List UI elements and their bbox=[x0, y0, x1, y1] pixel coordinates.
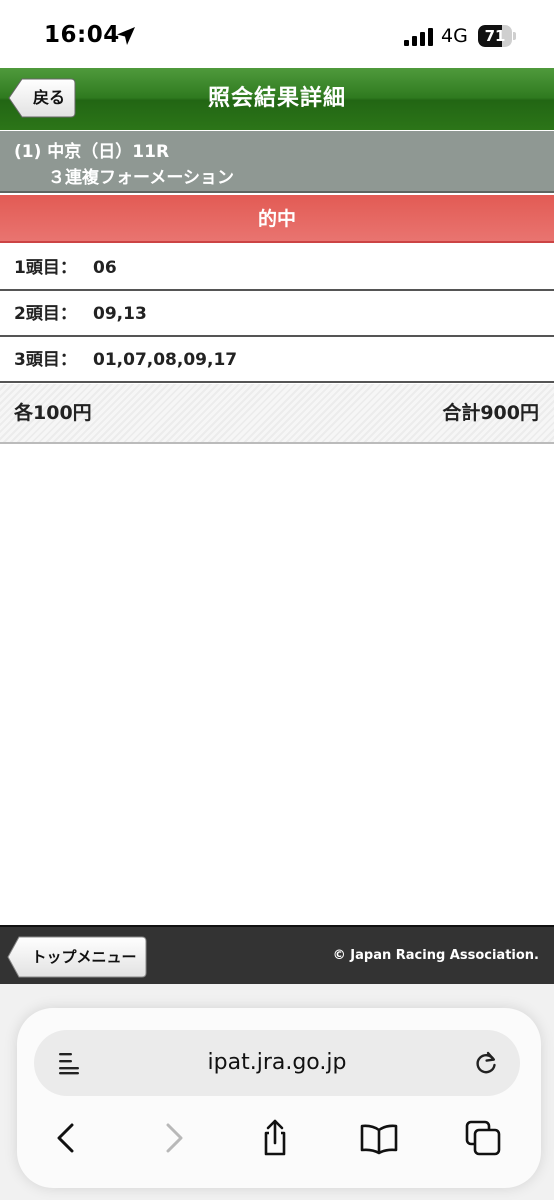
app-header: 照会結果詳細 戻る bbox=[0, 68, 554, 130]
back-button-label: 戻る bbox=[32, 88, 65, 107]
status-time: 16:04 bbox=[44, 22, 120, 48]
selection-row-1: 1頭目： 06 bbox=[0, 245, 554, 291]
race-venue: (1) 中京（日）11R bbox=[14, 142, 170, 162]
selection-label: 1頭目： bbox=[14, 258, 77, 278]
share-icon[interactable] bbox=[255, 1118, 295, 1158]
browser-forward-icon[interactable] bbox=[154, 1118, 194, 1158]
app-footer: トップメニュー © Japan Racing Association. bbox=[0, 925, 554, 984]
back-button[interactable]: 戻る bbox=[8, 78, 76, 118]
top-menu-button[interactable]: トップメニュー bbox=[7, 936, 147, 978]
top-menu-label: トップメニュー bbox=[31, 948, 137, 966]
selection-value: 06 bbox=[93, 258, 117, 278]
bet-type: ３連複フォーメーション bbox=[48, 168, 234, 188]
selection-value: 09,13 bbox=[93, 304, 147, 324]
selection-value: 01,07,08,09,17 bbox=[93, 350, 238, 370]
reload-icon[interactable] bbox=[472, 1049, 500, 1077]
result-status: 的中 bbox=[257, 208, 296, 230]
selection-label: 3頭目： bbox=[14, 350, 77, 370]
total-price: 合計900円 bbox=[442, 402, 539, 424]
location-arrow-icon bbox=[117, 27, 135, 45]
address-bar[interactable]: ipat.jra.go.jp bbox=[34, 1030, 520, 1096]
battery-icon: 71 bbox=[478, 25, 516, 47]
unit-price: 各100円 bbox=[14, 402, 92, 424]
selection-label: 2頭目： bbox=[14, 304, 77, 324]
copyright: © Japan Racing Association. bbox=[332, 948, 539, 963]
result-banner: 的中 bbox=[0, 195, 554, 243]
network-type: 4G bbox=[441, 25, 468, 47]
status-bar: 16:04 4G 71 bbox=[0, 0, 554, 68]
race-info: (1) 中京（日）11R ３連複フォーメーション bbox=[0, 131, 554, 193]
url-text[interactable]: ipat.jra.go.jp bbox=[34, 1030, 520, 1096]
signal-bars-icon bbox=[404, 28, 433, 46]
selection-row-3: 3頭目： 01,07,08,09,17 bbox=[0, 337, 554, 383]
browser-back-icon[interactable] bbox=[46, 1118, 86, 1158]
bookmarks-icon[interactable] bbox=[359, 1118, 399, 1158]
page-title: 照会結果詳細 bbox=[207, 86, 346, 111]
tabs-icon[interactable] bbox=[463, 1118, 503, 1158]
selection-row-2: 2頭目： 09,13 bbox=[0, 291, 554, 337]
total-row: 各100円 合計900円 bbox=[0, 384, 554, 444]
battery-percent: 71 bbox=[484, 27, 506, 45]
